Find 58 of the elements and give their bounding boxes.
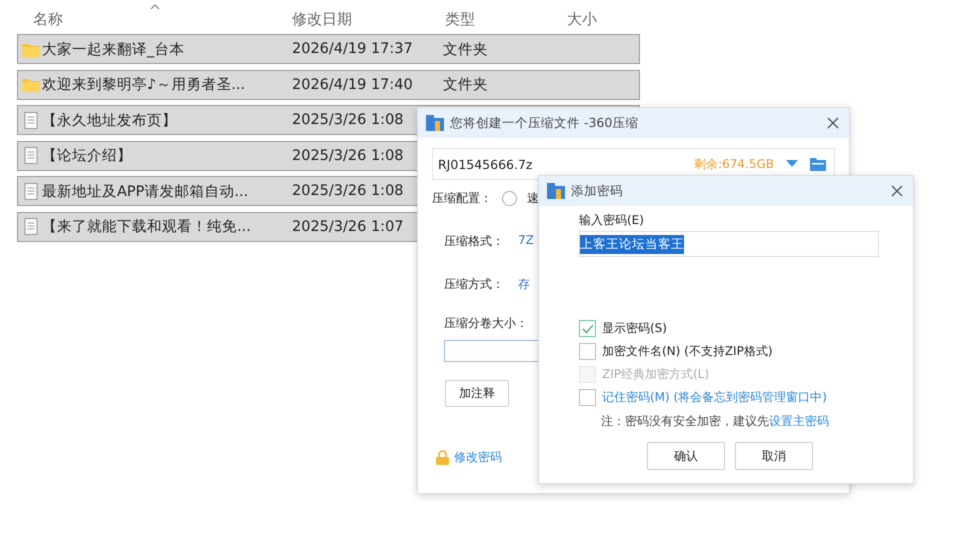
change-password-link[interactable]: 修改密码 (454, 449, 502, 466)
document-icon (22, 182, 40, 200)
archive-app-icon (547, 183, 565, 199)
free-space: 剩余:674.5GB (694, 156, 774, 172)
split-size-label: 压缩分卷大小： (444, 315, 528, 332)
file-name: 欢迎来到黎明亭♪～用勇者圣... (42, 76, 246, 94)
sort-caret-icon (150, 4, 160, 10)
file-name: 【永久地址发布页】 (42, 112, 177, 130)
file-name: 【论坛介绍】 (42, 147, 132, 165)
modified-date: 2026/4/19 17:37 (292, 41, 413, 57)
close-icon[interactable] (891, 185, 903, 197)
password-field[interactable]: 上客王论坛当客王 (579, 231, 879, 257)
archive-app-icon (426, 115, 444, 131)
set-master-password-link[interactable]: 设置主密码 (769, 414, 829, 428)
folder-icon (22, 77, 40, 92)
modified-date: 2025/3/26 1:08 (292, 183, 404, 199)
dropdown-icon[interactable] (786, 160, 798, 168)
config-label: 压缩配置： (432, 190, 492, 207)
document-icon (22, 218, 40, 235)
method-label: 压缩方式： (444, 276, 504, 293)
file-row[interactable]: 欢迎来到黎明亭♪～用勇者圣... 2026/4/19 17:40 文件夹 (17, 70, 640, 100)
checkbox[interactable] (579, 343, 596, 360)
checkmark-icon (582, 324, 594, 334)
note-text: 注：密码没有安全加密，建议先 (601, 414, 769, 428)
folder-icon[interactable] (810, 157, 826, 171)
modified-date: 2025/3/26 1:08 (292, 112, 404, 128)
option-label: 记住密码(M) (将会备忘到密码管理窗口中) (602, 389, 827, 406)
checkbox[interactable] (579, 320, 596, 337)
modified-date: 2025/3/26 1:07 (292, 218, 404, 234)
file-name: 大家一起来翻译_台本 (42, 40, 184, 58)
option-label: ZIP经典加密方式(L) (602, 366, 710, 383)
document-icon (22, 112, 40, 128)
window-title: 您将创建一个压缩文件 -360压缩 (450, 114, 640, 132)
document-icon (22, 147, 40, 164)
file-name: 【来了就能下载和观看！纯免... (42, 218, 251, 236)
modified-date: 2026/4/19 17:40 (292, 76, 413, 92)
dialog-button[interactable]: 取消 (735, 442, 813, 470)
option-label: 加密文件名(N) (不支持ZIP格式) (602, 343, 773, 360)
method-value[interactable]: 存 (518, 276, 530, 293)
folder-icon (22, 42, 40, 56)
window-title: 添加密码 (571, 182, 624, 200)
column-header[interactable]: 类型 (445, 10, 475, 29)
column-header[interactable]: 修改日期 (292, 10, 352, 29)
lock-icon (436, 450, 449, 465)
column-header[interactable]: 大小 (567, 10, 597, 29)
close-icon[interactable] (827, 117, 839, 129)
radio-label: 速 (527, 190, 539, 207)
file-row[interactable]: 大家一起来翻译_台本 2026/4/19 17:37 文件夹 (17, 34, 640, 64)
option-label: 显示密码(S) (602, 320, 667, 337)
column-header[interactable]: 名称 (33, 10, 63, 29)
radio-button[interactable] (502, 191, 517, 206)
file-type: 文件夹 (443, 40, 488, 58)
file-name: 最新地址及APP请发邮箱自动... (42, 182, 248, 200)
checkbox[interactable] (579, 389, 596, 406)
dialog-button[interactable]: 确认 (647, 442, 725, 470)
add-comment-button[interactable]: 加注释 (445, 380, 509, 407)
file-type: 文件夹 (443, 76, 488, 94)
modified-date: 2025/3/26 1:08 (292, 148, 404, 164)
